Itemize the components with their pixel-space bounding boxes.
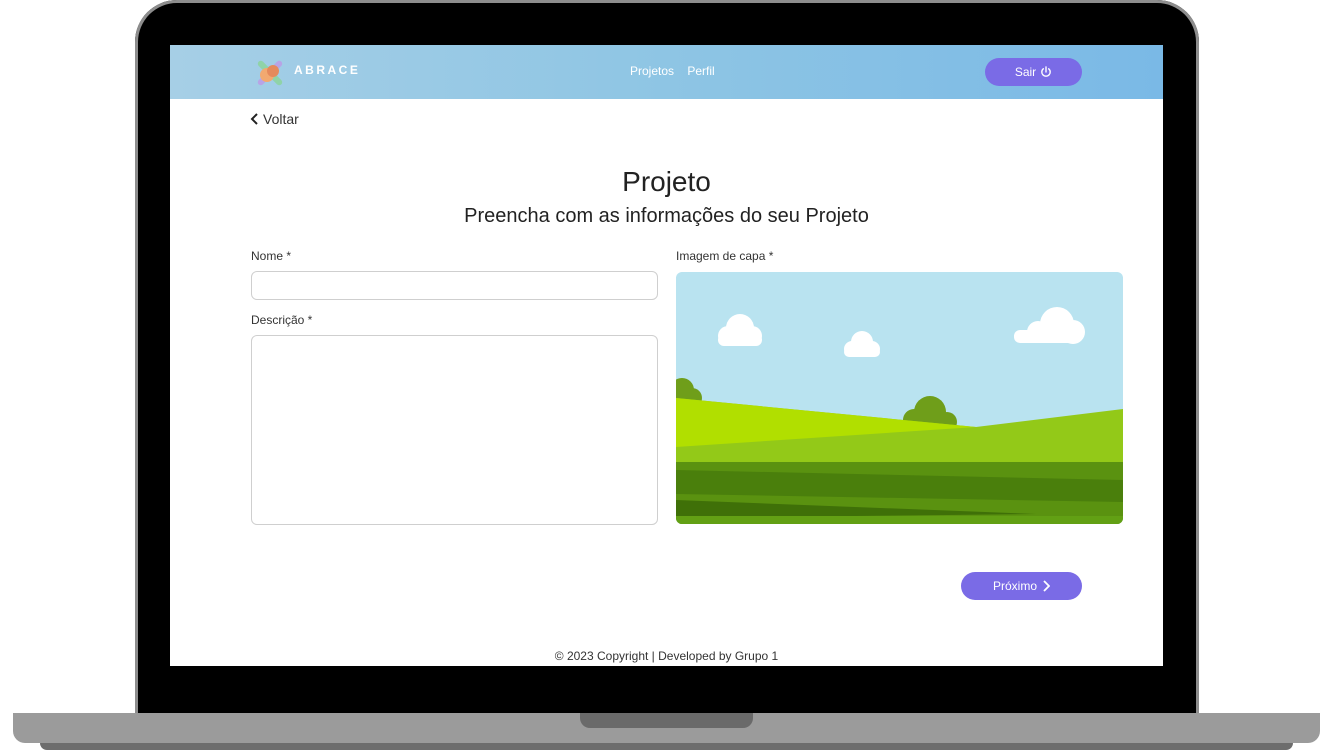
logout-button[interactable]: Sair <box>985 58 1082 86</box>
next-label: Próximo <box>992 579 1037 593</box>
name-label: Nome * <box>251 249 292 263</box>
chevron-right-icon <box>1043 580 1050 592</box>
laptop-base-shadow <box>40 743 1293 750</box>
brand-name: ABRACE <box>294 63 361 77</box>
next-button[interactable]: Próximo <box>961 572 1082 600</box>
nav-link-perfil[interactable]: Perfil <box>687 64 714 78</box>
power-icon <box>1041 66 1052 77</box>
nav-links: Projetos Perfil <box>630 64 725 78</box>
nav-link-projetos[interactable]: Projetos <box>630 64 674 78</box>
cover-image[interactable] <box>676 272 1123 524</box>
back-link[interactable]: Voltar <box>250 111 299 127</box>
logo-icon <box>257 60 283 86</box>
navbar: ABRACE Projetos Perfil Sair <box>170 45 1163 99</box>
laptop-notch <box>580 713 753 728</box>
page-subtitle: Preencha com as informações do seu Proje… <box>464 205 869 227</box>
name-input[interactable] <box>251 271 658 300</box>
description-label: Descrição * <box>251 313 313 327</box>
landscape-illustration <box>676 272 1123 524</box>
app-screen: ABRACE Projetos Perfil Sair Voltar Proje… <box>170 45 1163 666</box>
description-textarea[interactable] <box>251 335 658 525</box>
chevron-left-icon <box>250 113 258 125</box>
footer-copyright: © 2023 Copyright | Developed by Grupo 1 <box>554 649 779 663</box>
logout-label: Sair <box>1014 65 1037 79</box>
back-label: Voltar <box>263 111 299 127</box>
page-title: Projeto <box>622 166 711 197</box>
cover-label: Imagem de capa * <box>676 249 774 263</box>
